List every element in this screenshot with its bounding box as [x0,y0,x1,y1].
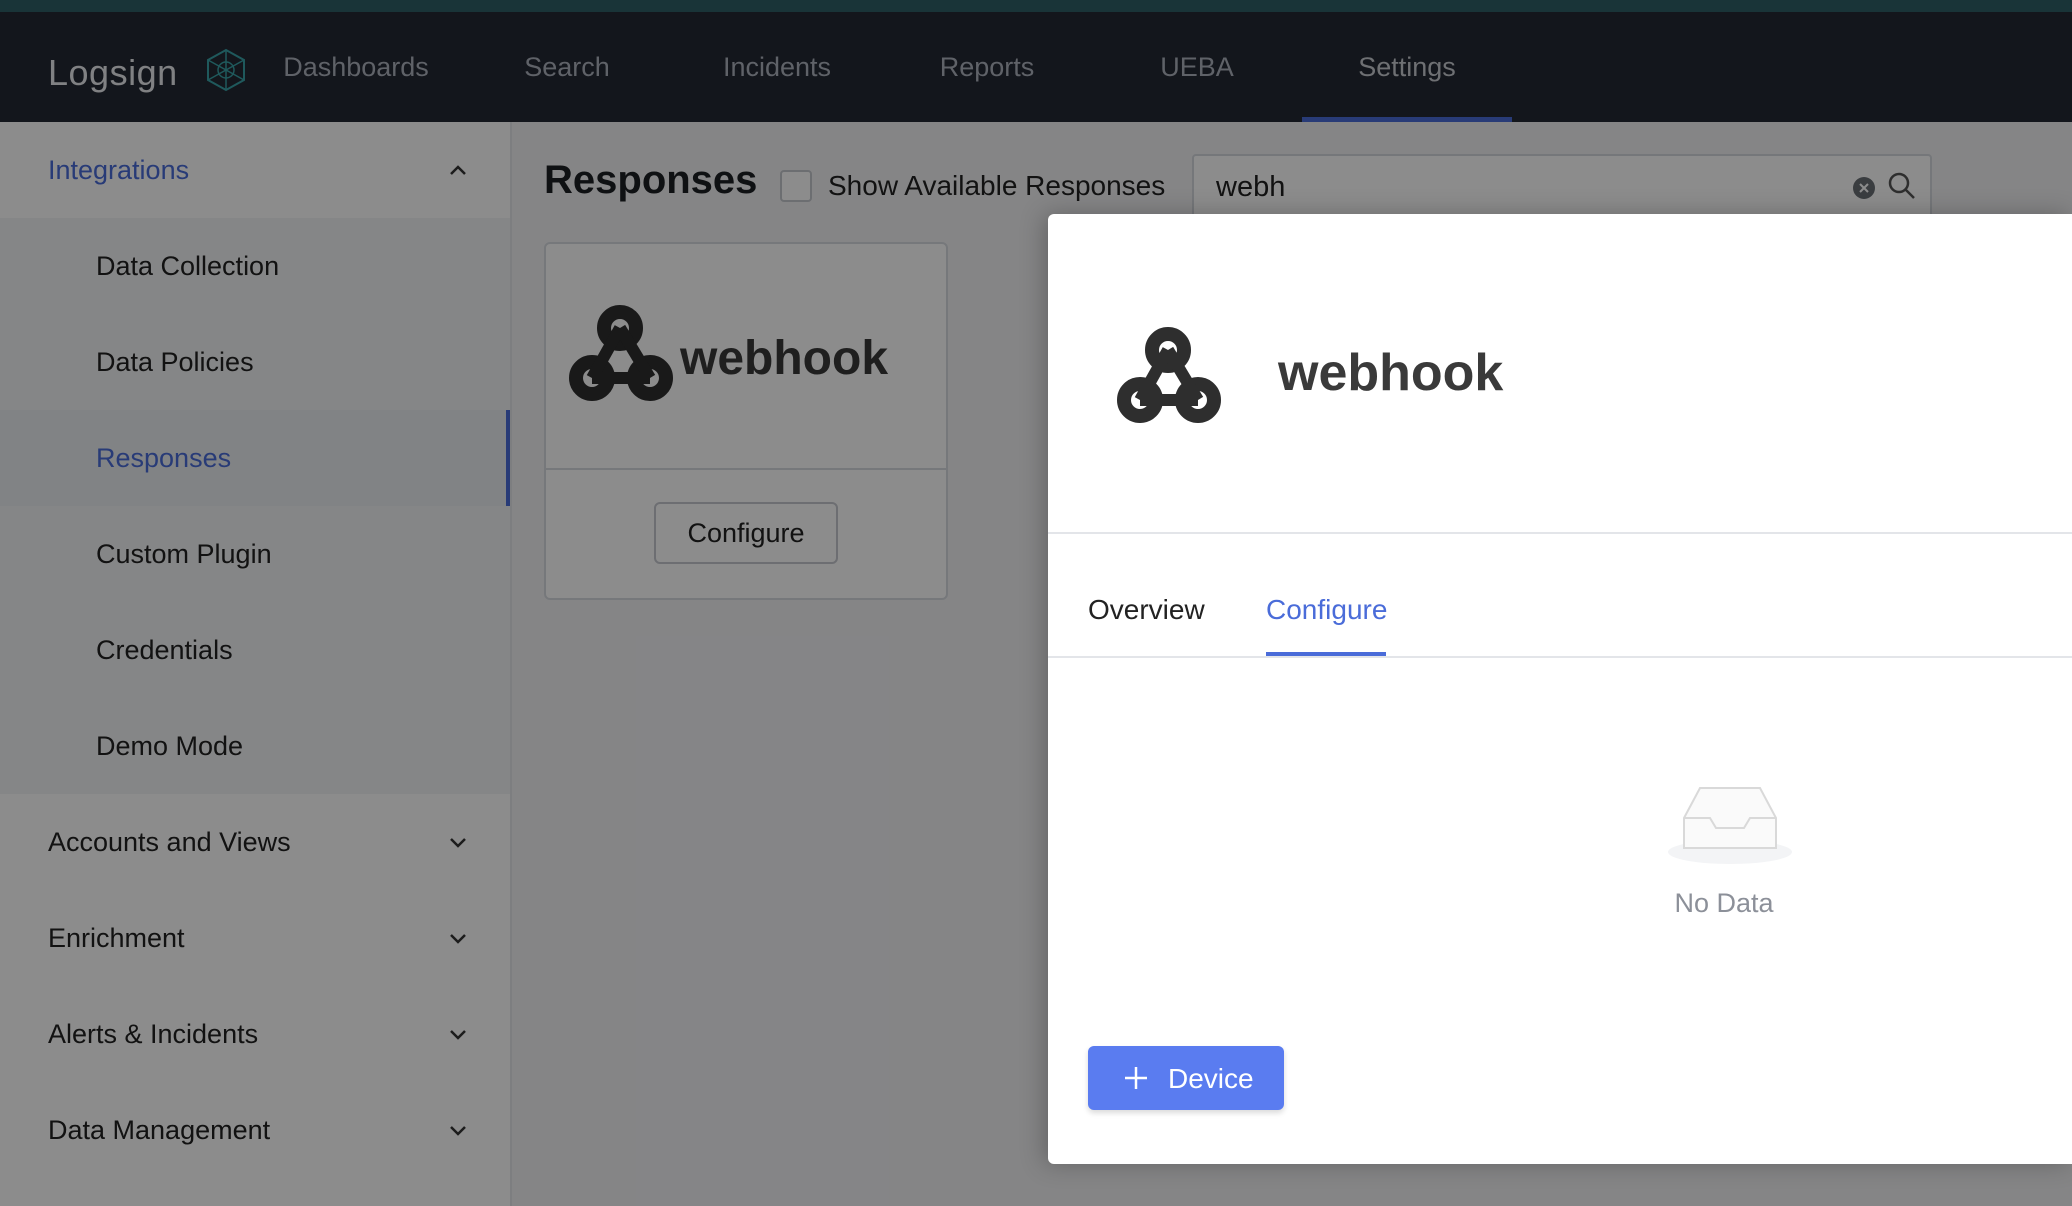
response-detail-drawer: webhook Overview Configure No Data Devic… [1048,214,2072,1164]
add-device-button[interactable]: Device [1088,1046,1284,1110]
tabs-divider [1048,656,2072,658]
empty-inbox-icon [1668,787,1792,864]
tab-overview[interactable]: Overview [1088,594,1205,626]
drawer-divider [1048,532,2072,534]
drawer-logo-text: webhook [1277,344,1503,402]
tab-configure[interactable]: Configure [1266,594,1387,626]
no-data-text: No Data [1674,888,1774,918]
drawer-webhook-logo: webhook [1112,318,1532,443]
webhook-icon: webhook [1117,327,1503,423]
add-device-label: Device [1168,1063,1254,1094]
plus-icon [1125,1067,1147,1089]
